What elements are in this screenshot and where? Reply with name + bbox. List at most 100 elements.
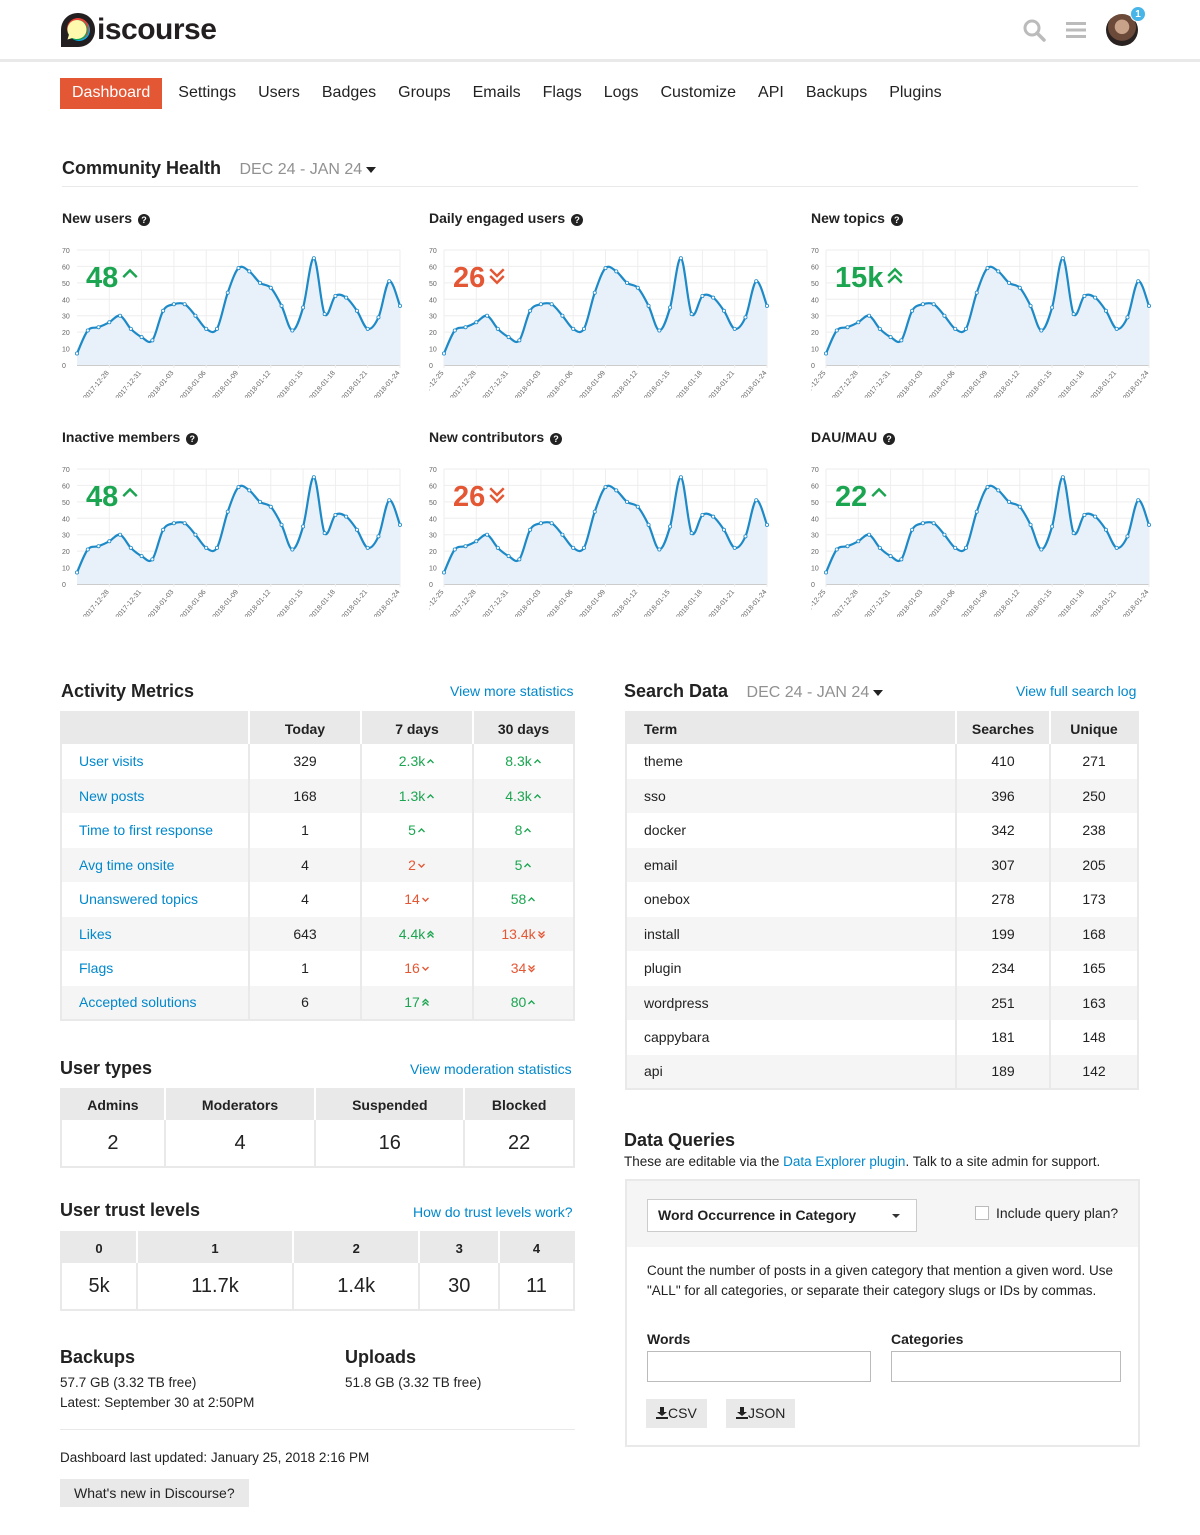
table-row: theme 410 271 xyxy=(626,744,1138,779)
metric-link[interactable]: Flags xyxy=(79,960,113,976)
help-icon[interactable]: ? xyxy=(550,433,563,445)
metric-link[interactable]: Unanswered topics xyxy=(79,891,198,907)
help-icon[interactable]: ? xyxy=(883,433,895,445)
metric-link[interactable]: Time to first response xyxy=(79,822,213,838)
tl1-count[interactable]: 11.7k xyxy=(136,1263,293,1310)
y-tick-label: 30 xyxy=(811,314,819,321)
whats-new-button[interactable]: What's new in Discourse? xyxy=(60,1479,249,1507)
search-data-table: Term Searches Unique theme 410 271 sso 396 25… xyxy=(625,711,1139,1090)
logo-text: iscourse xyxy=(97,13,217,46)
y-tick-label: 30 xyxy=(429,533,437,540)
x-tick-label: 2018-01-24 xyxy=(740,370,768,398)
data-point xyxy=(139,554,144,559)
nav-tab-backups[interactable]: Backups xyxy=(795,78,878,109)
nav-tab-dashboard[interactable]: Dashboard xyxy=(60,78,163,109)
categories-input[interactable] xyxy=(891,1351,1121,1382)
data-point xyxy=(171,302,176,307)
data-explorer-plugin-link[interactable]: Data Explorer plugin xyxy=(783,1154,905,1169)
column-header-30-days: 30 days xyxy=(472,712,574,744)
trend-up-icon xyxy=(526,891,536,907)
metric-link[interactable]: Avg time onsite xyxy=(79,857,174,873)
data-point xyxy=(877,545,882,550)
words-input[interactable] xyxy=(647,1351,871,1382)
nav-tab-badges[interactable]: Badges xyxy=(311,78,387,109)
view-more-statistics-link[interactable]: View more statistics xyxy=(450,683,573,699)
description-prefix: These are editable via the xyxy=(624,1154,784,1169)
include-query-plan-checkbox[interactable]: Include query plan? xyxy=(975,1205,1118,1221)
data-point xyxy=(452,547,457,552)
y-tick-label: 40 xyxy=(811,516,819,523)
uploads-size: 51.8 GB (3.32 TB free) xyxy=(345,1375,482,1390)
hamburger-menu-icon[interactable] xyxy=(1064,18,1088,42)
trend-down-icon xyxy=(420,960,430,976)
view-moderation-statistics-link[interactable]: View moderation statistics xyxy=(410,1061,572,1077)
search-date-range-selector[interactable]: DEC 24 - JAN 24 xyxy=(747,684,884,701)
checkbox-box[interactable] xyxy=(975,1206,989,1220)
search-count: 396 xyxy=(955,778,1050,813)
user-avatar[interactable]: 1 xyxy=(1106,6,1146,46)
data-point xyxy=(128,326,133,331)
data-point xyxy=(463,325,468,330)
tl3-count[interactable]: 30 xyxy=(418,1263,499,1310)
nav-tab-flags[interactable]: Flags xyxy=(532,78,593,109)
data-point xyxy=(1028,303,1033,308)
metric-link[interactable]: New posts xyxy=(79,788,144,804)
tl4-count[interactable]: 11 xyxy=(497,1263,574,1310)
column-header-tl3: 3 xyxy=(418,1232,499,1263)
nav-tab-groups[interactable]: Groups xyxy=(387,78,461,109)
nav-tab-logs[interactable]: Logs xyxy=(593,78,650,109)
metric-value-text: 48 xyxy=(86,481,119,513)
y-tick-label: 40 xyxy=(429,516,437,523)
nav-tab-users[interactable]: Users xyxy=(247,78,311,109)
data-point xyxy=(1017,504,1022,509)
x-tick-label: 2017-12-31 xyxy=(864,370,892,398)
data-point xyxy=(387,279,392,284)
y-tick-label: 60 xyxy=(811,264,819,271)
nav-tab-api[interactable]: API xyxy=(747,78,795,109)
nav-tab-plugins[interactable]: Plugins xyxy=(878,78,952,109)
search-term: plugin xyxy=(644,960,682,977)
tl0-count[interactable]: 5k xyxy=(61,1263,137,1310)
x-tick-label: 2018-01-24 xyxy=(373,589,401,617)
data-point xyxy=(268,504,273,509)
nav-tab-settings[interactable]: Settings xyxy=(167,78,247,109)
help-icon[interactable]: ? xyxy=(890,214,903,226)
help-icon[interactable]: ? xyxy=(571,214,584,226)
data-point xyxy=(1050,524,1055,529)
discourse-logo[interactable]: iscourse xyxy=(60,12,217,48)
metric-link[interactable]: User visits xyxy=(79,753,144,769)
column-header-blocked: Blocked xyxy=(463,1089,574,1120)
health-chart-card: DAU/MAU ? 0 10 20 30 40 50 60 70 2017-12-25 2017-1… xyxy=(811,429,1163,639)
help-icon[interactable]: ? xyxy=(186,433,199,445)
date-range-selector[interactable]: DEC 24 - JAN 24 xyxy=(239,161,377,178)
x-tick-label: 2018-01-03 xyxy=(147,589,175,617)
admins-count[interactable]: 2 xyxy=(61,1120,165,1167)
data-point xyxy=(1071,531,1076,536)
download-json-button[interactable]: JSON xyxy=(726,1399,796,1428)
help-icon[interactable]: ? xyxy=(137,214,150,226)
notification-badge[interactable]: 1 xyxy=(1130,6,1146,22)
data-point xyxy=(96,325,101,330)
data-point xyxy=(96,544,101,549)
x-tick-label: 2017-12-28 xyxy=(449,589,477,617)
data-point xyxy=(236,485,241,490)
table-row: 2 4 16 22 xyxy=(61,1120,574,1167)
metric-link[interactable]: Accepted solutions xyxy=(79,994,197,1010)
view-full-search-log-link[interactable]: View full search log xyxy=(1016,683,1136,699)
search-icon[interactable] xyxy=(1022,18,1046,42)
blocked-count[interactable]: 22 xyxy=(463,1120,574,1167)
nav-tab-customize[interactable]: Customize xyxy=(649,78,747,109)
moderators-count[interactable]: 4 xyxy=(163,1120,316,1167)
user-types-title: User types xyxy=(60,1058,153,1078)
download-csv-button[interactable]: CSV xyxy=(646,1399,707,1428)
unique-count: 173 xyxy=(1049,882,1138,917)
y-tick-label: 10 xyxy=(62,566,70,573)
query-select[interactable]: Word Occurrence in Category xyxy=(647,1199,917,1232)
metric-link[interactable]: Likes xyxy=(79,926,112,942)
trust-levels-help-link[interactable]: How do trust levels work? xyxy=(413,1204,573,1220)
suspended-count[interactable]: 16 xyxy=(314,1120,465,1167)
tl2-count[interactable]: 1.4k xyxy=(291,1263,420,1310)
x-tick-label: 2017-12-25 xyxy=(429,589,446,617)
data-point xyxy=(877,326,882,331)
nav-tab-emails[interactable]: Emails xyxy=(462,78,532,109)
